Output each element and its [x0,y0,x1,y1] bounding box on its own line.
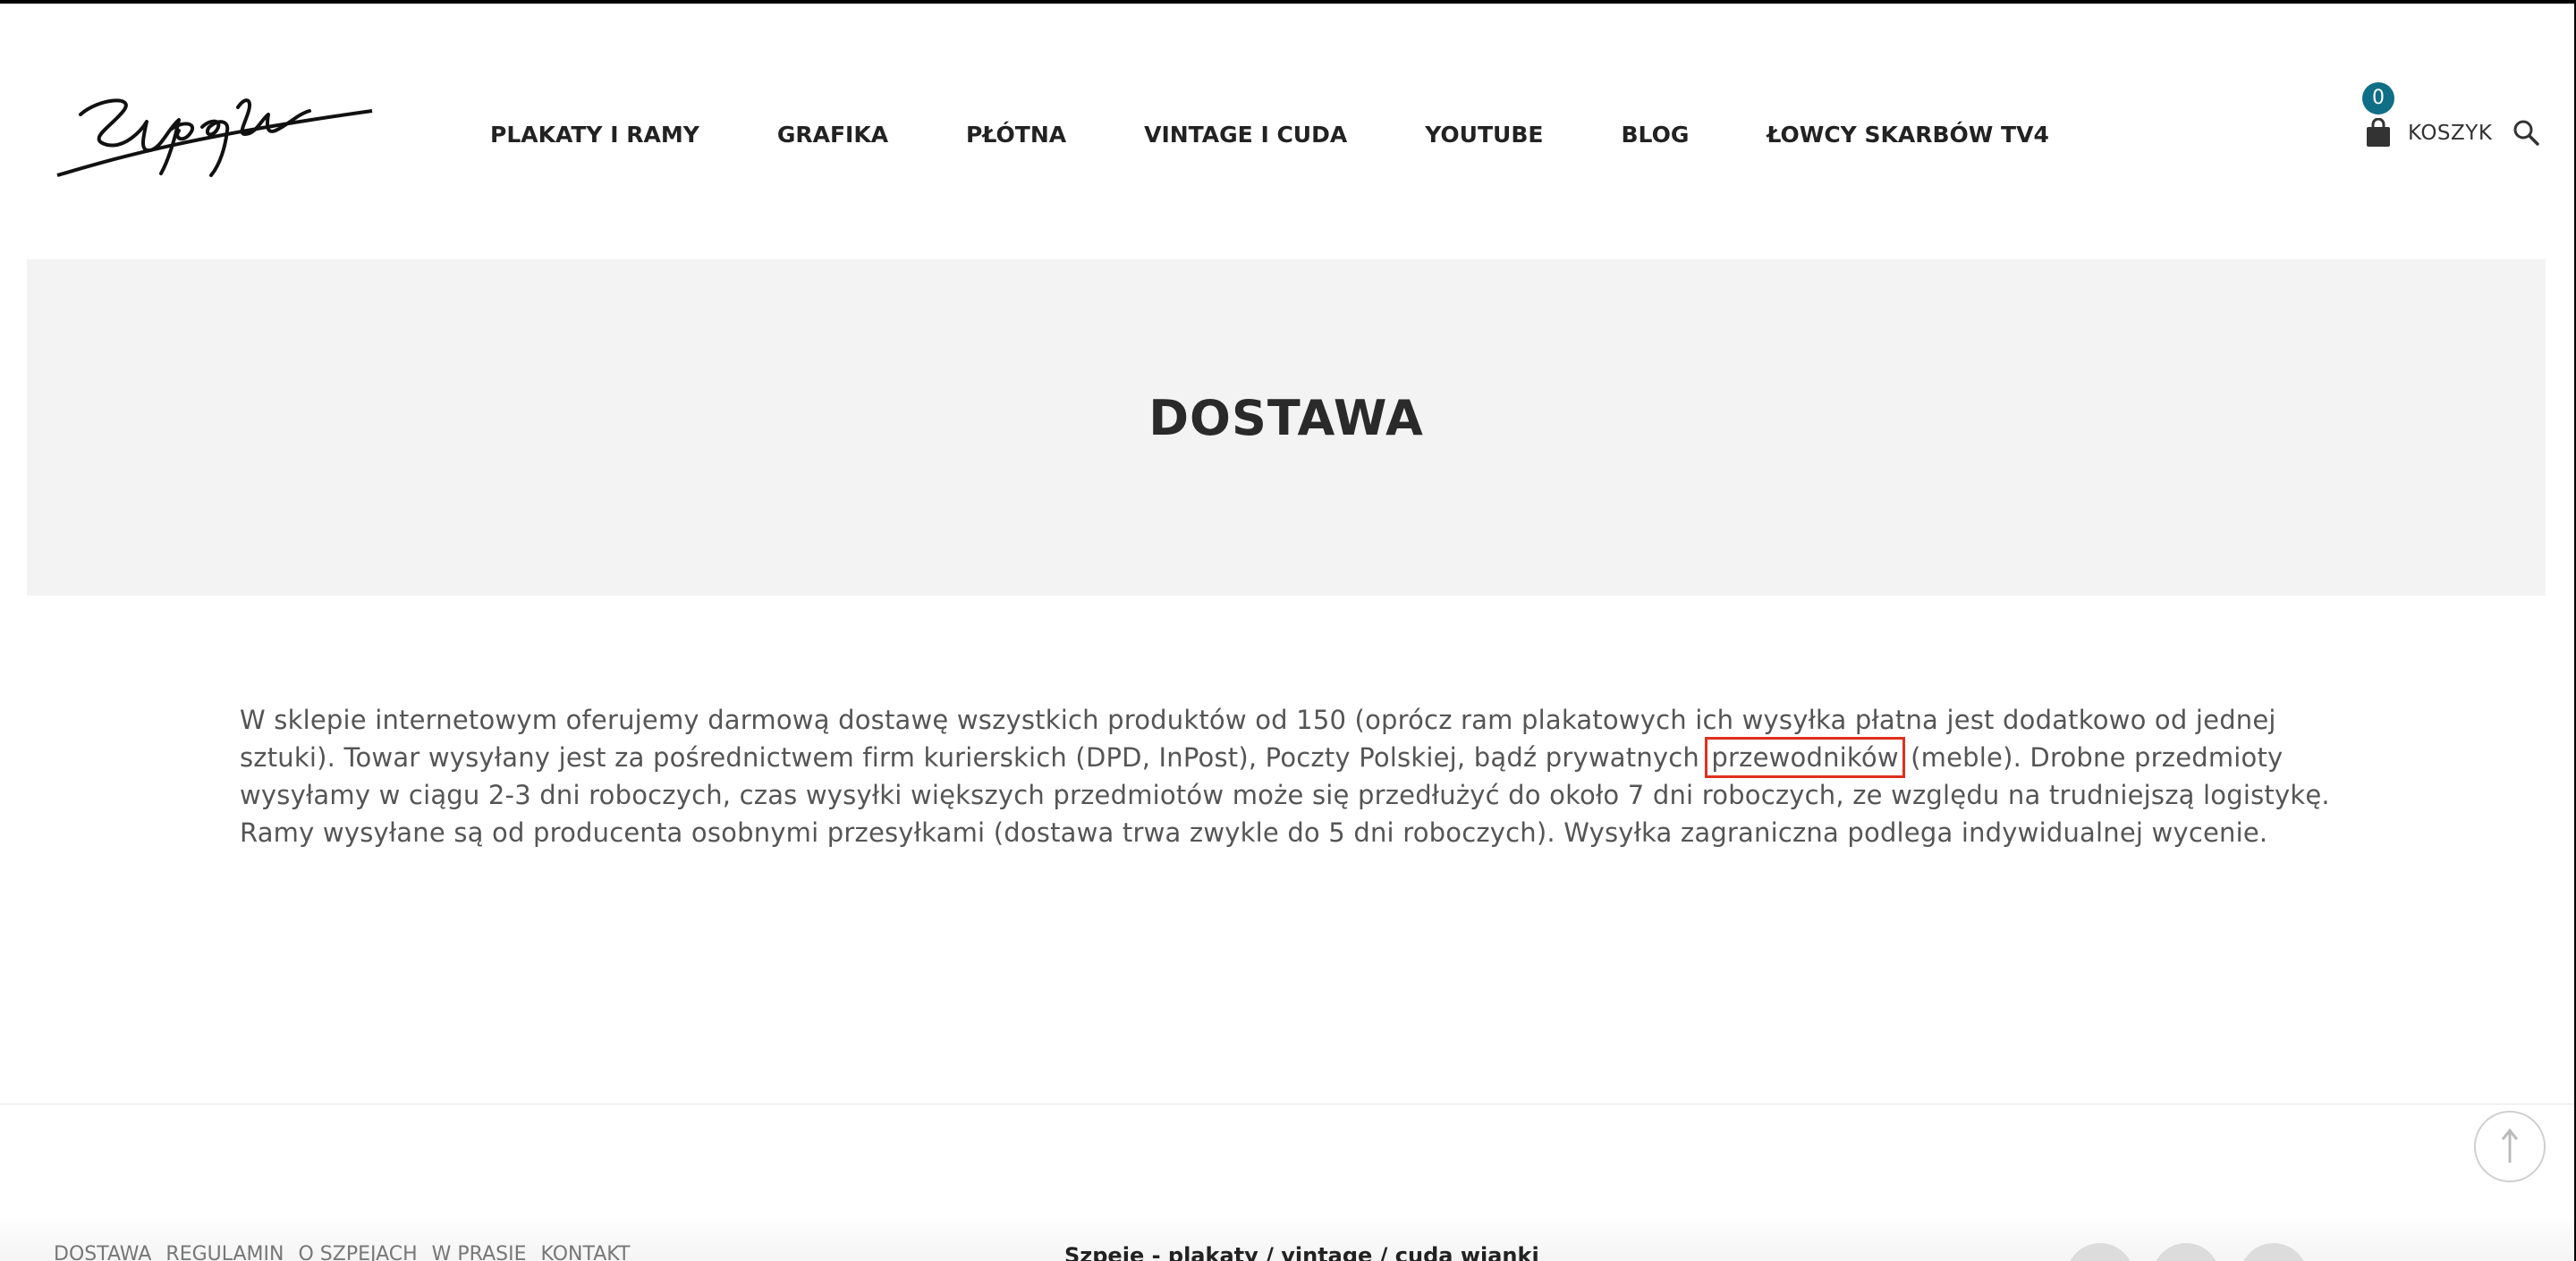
footer-link-w-prasie[interactable]: W PRASIE [432,1243,527,1261]
footer-link-kontakt[interactable]: KONTAKT [540,1243,630,1261]
cart-count-badge: 0 [2362,82,2394,114]
footer-tagline: Szpeje - plakaty / vintage / cuda wianki [1064,1243,1539,1261]
nav-item-blog[interactable]: BLOG [1621,122,1689,148]
logo-signature-icon [56,98,373,177]
page: PLAKATY I RAMY GRAFIKA PŁÓTNA VINTAGE I … [0,4,2574,1261]
cart-label: KOSZYK [2408,122,2493,145]
shopping-bag-icon [2365,117,2392,152]
search-icon[interactable] [2512,118,2540,150]
site-logo[interactable] [54,75,376,182]
highlighted-word: przewodników [1705,737,1905,778]
arrow-up-icon [2501,1128,2519,1163]
scroll-to-top-button[interactable] [2474,1111,2546,1182]
cart-button[interactable]: 0 KOSZYK [2358,79,2492,150]
main-nav: PLAKATY I RAMY GRAFIKA PŁÓTNA VINTAGE I … [490,114,2127,154]
footer-link-dostawa[interactable]: DOSTAWA [54,1243,151,1261]
footer-link-regulamin[interactable]: REGULAMIN [165,1243,284,1261]
page-title: DOSTAWA [1148,390,1424,446]
delivery-paragraph: W sklepie internetowym oferujemy darmową… [240,701,2333,851]
delivery-info-text: W sklepie internetowym oferujemy darmową… [240,701,2333,851]
page-banner: DOSTAWA [27,259,2546,596]
nav-item-youtube[interactable]: YOUTUBE [1425,122,1543,148]
nav-item-lowcy-skarbow-tv4[interactable]: ŁOWCY SKARBÓW TV4 [1767,122,2049,148]
nav-item-vintage-i-cuda[interactable]: VINTAGE I CUDA [1144,122,1347,148]
nav-item-plakaty-i-ramy[interactable]: PLAKATY I RAMY [490,122,699,148]
site-header: PLAKATY I RAMY GRAFIKA PŁÓTNA VINTAGE I … [0,4,2574,259]
footer-link-o-szpejach[interactable]: O SZPEJACH [298,1243,417,1261]
footer-links: DOSTAWA REGULAMIN O SZPEJACH W PRASIE KO… [54,1243,644,1261]
nav-item-grafika[interactable]: GRAFIKA [777,122,888,148]
nav-item-plotna[interactable]: PŁÓTNA [966,122,1066,148]
